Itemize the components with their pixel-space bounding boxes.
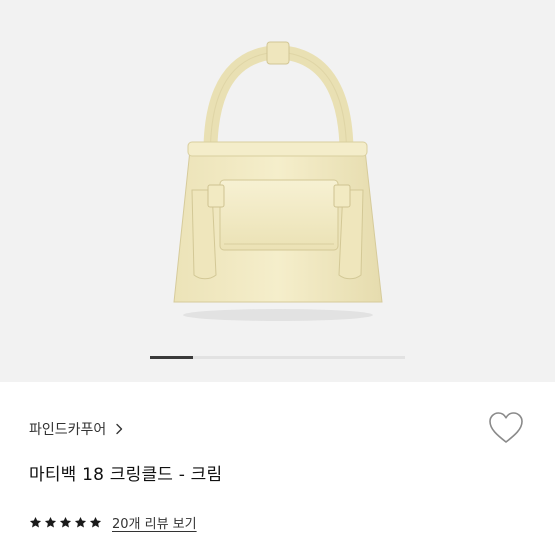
star-filled-icon <box>59 516 72 528</box>
star-filled-icon <box>29 516 42 528</box>
heart-outline-icon[interactable] <box>487 409 525 447</box>
product-detail-page: 파인드카푸어 마티백 18 크링클드 - 크림 20개 리뷰 보기 <box>0 0 555 555</box>
star-filled-icon <box>44 516 57 528</box>
carousel-progress-bar <box>150 356 405 359</box>
product-info: 파인드카푸어 마티백 18 크링클드 - 크림 20개 리뷰 보기 <box>0 382 555 555</box>
chevron-right-icon <box>116 423 123 435</box>
product-title: 마티백 18 크링클드 - 크림 <box>29 465 223 485</box>
product-image-gallery[interactable] <box>0 0 555 382</box>
brand-name: 파인드카푸어 <box>29 422 107 438</box>
rating-row: 20개 리뷰 보기 <box>29 513 197 532</box>
review-link[interactable]: 20개 리뷰 보기 <box>112 513 197 532</box>
star-rating <box>29 516 102 529</box>
product-image <box>173 41 383 321</box>
brand-link[interactable]: 파인드카푸어 <box>29 419 126 439</box>
carousel-progress-thumb <box>150 356 194 359</box>
star-filled-icon <box>74 516 87 528</box>
star-filled-icon <box>89 516 102 528</box>
